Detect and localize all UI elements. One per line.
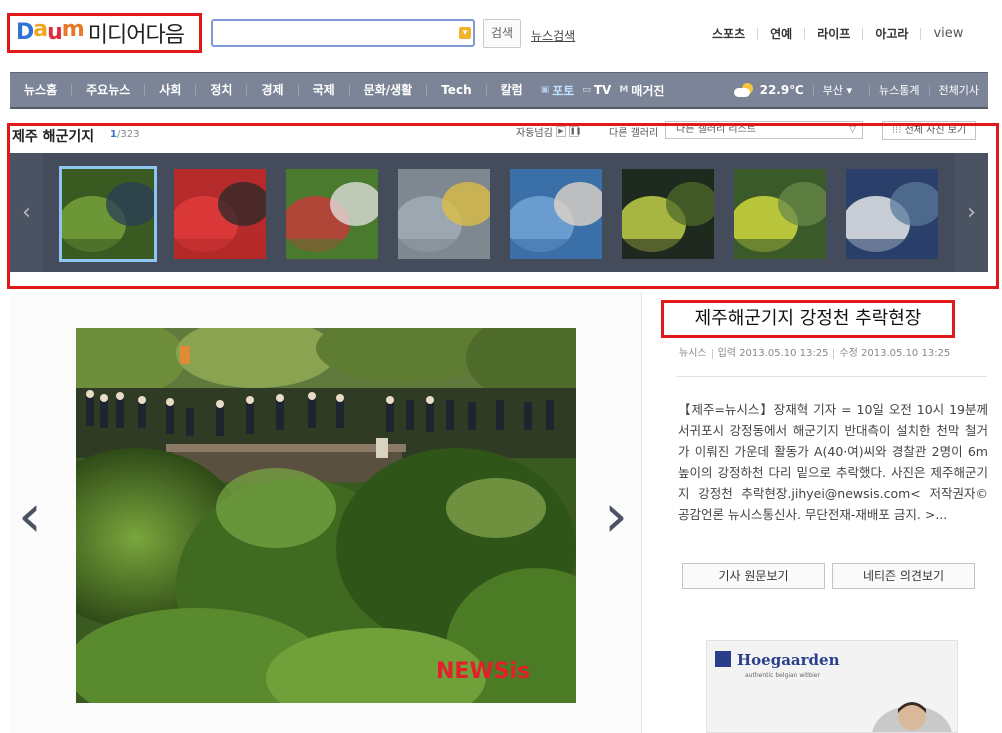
nav-photo-label: 포토: [552, 83, 575, 98]
top-link-life[interactable]: 라이프: [804, 28, 862, 40]
nav-news-stats[interactable]: 뉴스통계: [869, 84, 928, 96]
top-link-agora[interactable]: 아고라: [862, 28, 920, 40]
ad-tagline: authentic belgian witbier: [745, 672, 820, 679]
article-body: 【제주=뉴시스】장재혁 기자 = 10일 오전 10시 19분께 서귀포시 강정…: [678, 402, 988, 522]
nav-economy[interactable]: 경제: [246, 84, 297, 96]
search-button[interactable]: 검색: [483, 19, 521, 48]
top-links: 스포츠 연예 라이프 아고라 view: [700, 27, 975, 40]
tv-icon: ▭: [582, 85, 591, 95]
nav-magazine-label: 매거진: [631, 83, 665, 98]
main-nav: 뉴스홈 주요뉴스 사회 정치 경제 국제 문화/생활 Tech 칼럼 ▣ 포토 …: [10, 72, 988, 109]
news-search-link[interactable]: 뉴스검색: [531, 27, 575, 44]
comments-button[interactable]: 네티즌 의견보기: [832, 563, 975, 589]
gallery-highlight: [7, 123, 999, 289]
article-title: 제주해군기지 강정천 추락현장: [661, 300, 955, 338]
divider: [676, 376, 987, 377]
nav-top-news[interactable]: 주요뉴스: [71, 84, 144, 96]
daum-wordmark: Daum: [16, 17, 85, 45]
logo-letter: u: [47, 20, 63, 45]
article-source: 뉴시스: [679, 348, 707, 359]
logo-letter: D: [16, 20, 34, 45]
nav-photo[interactable]: ▣ 포토: [537, 82, 579, 99]
newsis-watermark: NEWSis: [436, 659, 530, 684]
media-daum-label: 미디어다음: [87, 23, 185, 48]
daum-logo[interactable]: Daum 미디어다음: [7, 13, 202, 53]
nav-politics[interactable]: 정치: [195, 84, 246, 96]
nav-column[interactable]: 칼럼: [485, 84, 537, 96]
top-link-entertainment[interactable]: 연예: [757, 28, 804, 40]
chevron-right-icon[interactable]: ›: [604, 486, 628, 546]
weather-icon: [733, 83, 756, 97]
original-article-button[interactable]: 기사 원문보기: [682, 563, 825, 589]
weather-city[interactable]: 부산 ▾: [812, 84, 861, 96]
nav-tv-label: TV: [593, 83, 612, 97]
chevron-down-icon[interactable]: ▾: [459, 27, 471, 39]
search-box[interactable]: ▾: [211, 19, 475, 47]
nav-tech[interactable]: Tech: [426, 84, 485, 96]
article-modified: 수정 2013.05.10 13:25: [833, 349, 955, 359]
hoegaarden-ad[interactable]: Hoegaarden authentic belgian witbier: [706, 640, 958, 733]
main-photo[interactable]: NEWSis: [76, 328, 576, 703]
nav-international[interactable]: 국제: [297, 84, 349, 96]
article-meta: 뉴시스 입력 2013.05.10 13:25 수정 2013.05.10 13…: [679, 349, 955, 359]
nav-tv[interactable]: ▭ TV: [578, 83, 615, 97]
magazine-icon: M: [619, 85, 629, 95]
nav-all-articles[interactable]: 전체기사: [928, 84, 988, 96]
search-input[interactable]: [217, 24, 461, 44]
photo-icon: ▣: [540, 85, 550, 95]
logo-letter: a: [33, 17, 48, 42]
nav-right: 22.9℃ 부산 ▾ 뉴스통계 전체기사: [733, 83, 988, 97]
nav-magazine[interactable]: M 매거진: [615, 82, 668, 99]
ad-brand: Hoegaarden: [737, 651, 840, 669]
top-link-view[interactable]: view: [920, 27, 975, 40]
nav-news-home[interactable]: 뉴스홈: [10, 84, 71, 96]
logo-letter: m: [61, 17, 85, 42]
top-link-sports[interactable]: 스포츠: [700, 28, 757, 40]
nav-culture[interactable]: 문화/생활: [348, 84, 427, 96]
article-posted: 입력 2013.05.10 13:25: [711, 349, 834, 359]
nav-society[interactable]: 사회: [144, 84, 195, 96]
chevron-left-icon[interactable]: ‹: [18, 486, 42, 546]
weather-temp[interactable]: 22.9℃: [760, 84, 813, 96]
